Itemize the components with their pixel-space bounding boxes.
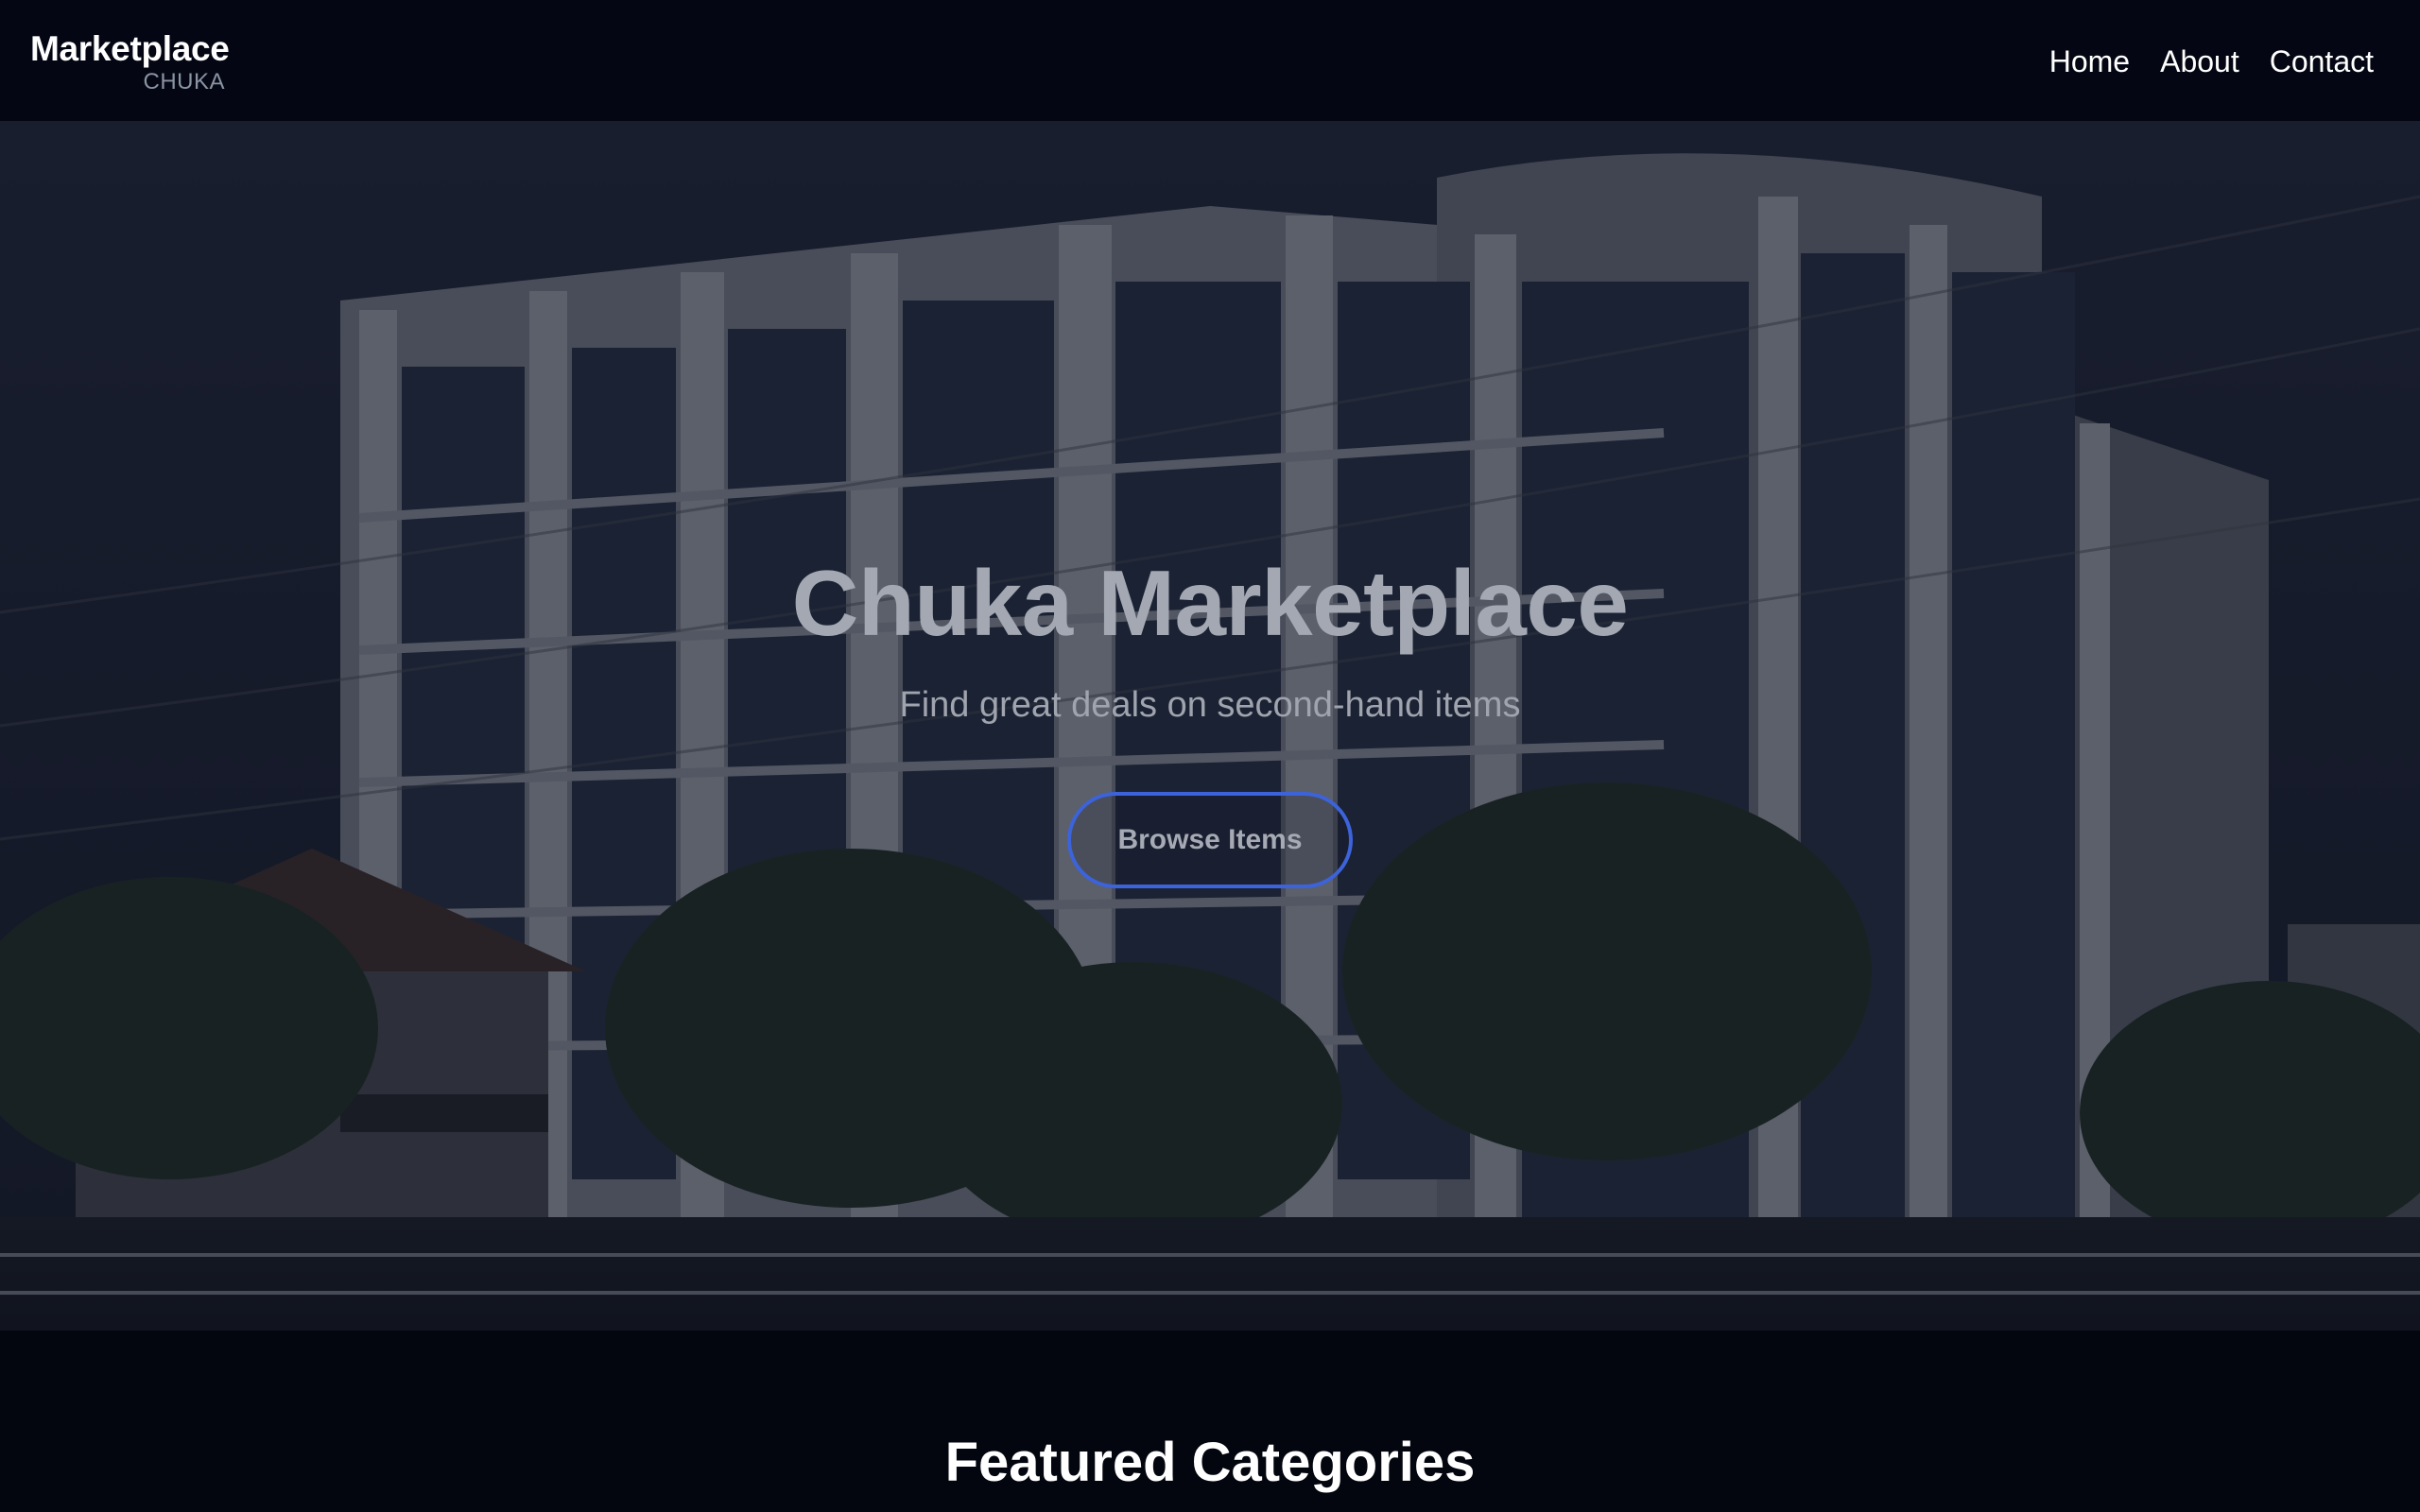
browse-items-button[interactable]: Browse Items <box>1067 792 1353 888</box>
top-navbar: Marketplace CHUKA Home About Contact <box>0 0 2420 121</box>
hero-title: Chuka Marketplace <box>791 551 1629 655</box>
nav-home-link[interactable]: Home <box>2049 38 2130 85</box>
hero-content: Chuka Marketplace Find great deals on se… <box>0 546 2420 888</box>
brand-subtitle: CHUKA <box>143 69 225 94</box>
nav-contact-link[interactable]: Contact <box>2270 38 2374 85</box>
hero-section: Chuka Marketplace Find great deals on se… <box>0 121 2420 1331</box>
featured-categories-section: Featured Categories <box>0 1331 2420 1512</box>
brand-logo[interactable]: Marketplace CHUKA <box>30 28 230 98</box>
nav-links: Home About Contact <box>2049 38 2374 85</box>
hero-subtitle: Find great deals on second-hand items <box>899 685 1521 725</box>
featured-categories-heading: Featured Categories <box>944 1432 1476 1493</box>
nav-about-link[interactable]: About <box>2160 38 2239 85</box>
brand-name: Marketplace <box>30 29 230 68</box>
